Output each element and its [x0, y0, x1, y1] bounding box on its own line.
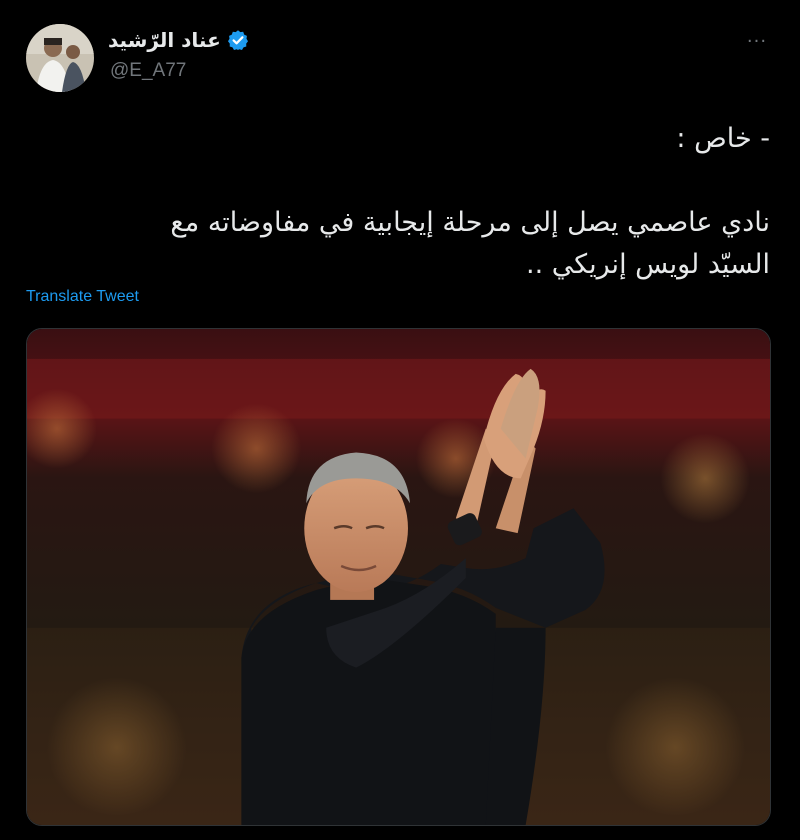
- translate-tweet-link[interactable]: Translate Tweet: [26, 288, 139, 306]
- avatar[interactable]: [26, 24, 94, 92]
- author-handle[interactable]: @E_A77: [110, 60, 186, 82]
- tweet-text: - خاص : نادي عاصمي يصل إلى مرحلة إيجابية…: [30, 118, 770, 286]
- tweet-media-photo[interactable]: [26, 328, 771, 826]
- more-horizontal-icon: ···: [746, 31, 768, 52]
- verified-badge-icon: [227, 30, 248, 50]
- tweet-text-line: السيّد لويس إنريكي ..: [525, 249, 770, 280]
- tweet-text-line: نادي عاصمي يصل إلى مرحلة إيجابية في مفاو…: [170, 207, 770, 238]
- tweet[interactable]: عناد الرّشيد @E_A77 ··· - خاص : نادي عاص…: [0, 0, 800, 840]
- tweet-text-line: - خاص :: [676, 123, 770, 154]
- more-options-button[interactable]: ···: [742, 30, 772, 54]
- display-name[interactable]: عناد الرّشيد: [108, 28, 221, 52]
- author-name-row[interactable]: عناد الرّشيد: [108, 28, 249, 52]
